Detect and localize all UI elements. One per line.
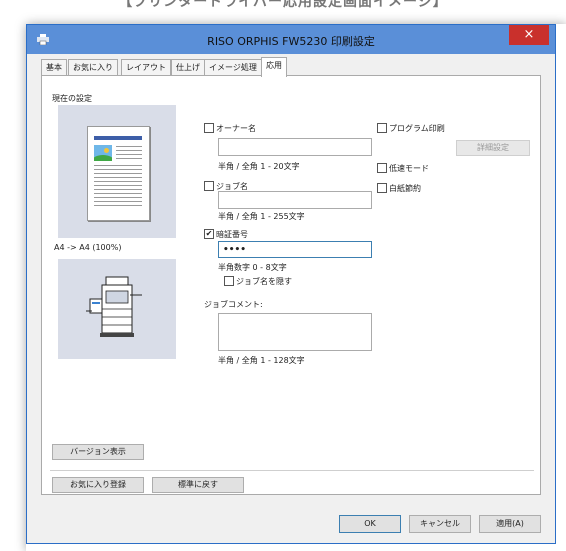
job-comment-hint: 半角 / 全角 1 - 128文字 [218,356,305,365]
tab-advanced[interactable]: 応用 [261,57,287,77]
hide-job-name-check-box[interactable] [224,275,234,286]
blank-save-checkbox[interactable]: 白紙節約 [377,182,421,194]
pin-check-box[interactable]: ✔ [204,228,214,239]
tab-finishing[interactable]: 仕上げ [171,59,205,76]
tab-layout[interactable]: レイアウト [121,59,171,76]
close-icon: × [523,27,535,42]
tab-image-processing[interactable]: イメージ処理 [204,59,262,76]
paper-size-info: A4 -> A4 (100%) [54,243,122,252]
ok-button[interactable]: OK [339,515,401,533]
pin-hint: 半角数字 0 - 8文字 [218,263,287,272]
hide-job-name-checkbox[interactable]: ジョブ名を隠す [224,275,292,287]
pin-checkbox[interactable]: ✔ 暗証番号 [204,228,248,240]
close-button[interactable]: × [509,25,549,45]
add-favorite-button[interactable]: お気に入り登録 [52,477,144,493]
program-print-checkbox[interactable]: プログラム印刷 [377,122,445,134]
pin-input[interactable]: •••• [218,241,372,258]
printer-illustration-icon [86,276,142,337]
title-bar[interactable]: RISO ORPHIS FW5230 印刷設定 × [27,25,555,54]
owner-name-input[interactable] [218,138,372,156]
job-name-input[interactable] [218,191,372,209]
program-print-check-box[interactable] [377,122,387,133]
printer-preview [58,259,176,359]
reset-defaults-button[interactable]: 標準に戻す [152,477,244,493]
cancel-button[interactable]: キャンセル [409,515,471,533]
print-settings-dialog: RISO ORPHIS FW5230 印刷設定 × 基本 お気に入り レイアウト… [26,24,556,544]
detail-settings-button[interactable]: 詳細設定 [456,140,530,156]
document-page-icon [87,126,150,221]
job-comment-textarea[interactable] [218,313,372,351]
window-title: RISO ORPHIS FW5230 印刷設定 [207,35,375,48]
document-preview [58,105,176,238]
low-speed-check-box[interactable] [377,162,387,173]
preview-label: 現在の設定 [52,94,92,103]
job-name-hint: 半角 / 全角 1 - 255文字 [218,212,305,221]
advanced-panel: 現在の設定 A4 -> A4 (100%) オーナー名 半角 / 全角 1 - … [41,75,541,495]
panel-divider [50,470,534,471]
version-info-button[interactable]: バージョン表示 [52,444,144,460]
job-name-check-box[interactable] [204,180,214,191]
tab-basic[interactable]: 基本 [41,59,67,76]
blank-save-check-box[interactable] [377,182,387,193]
apply-button[interactable]: 適用(A) [479,515,541,533]
owner-name-hint: 半角 / 全角 1 - 20文字 [218,162,300,171]
owner-name-check-box[interactable] [204,122,214,133]
low-speed-checkbox[interactable]: 低速モード [377,162,429,174]
page-banner: 【プリンタードライバー応用設定画面イメージ】 [118,0,448,10]
tab-favorites[interactable]: お気に入り [68,59,118,76]
owner-name-checkbox[interactable]: オーナー名 [204,122,256,134]
job-comment-label: ジョブコメント: [204,300,263,309]
